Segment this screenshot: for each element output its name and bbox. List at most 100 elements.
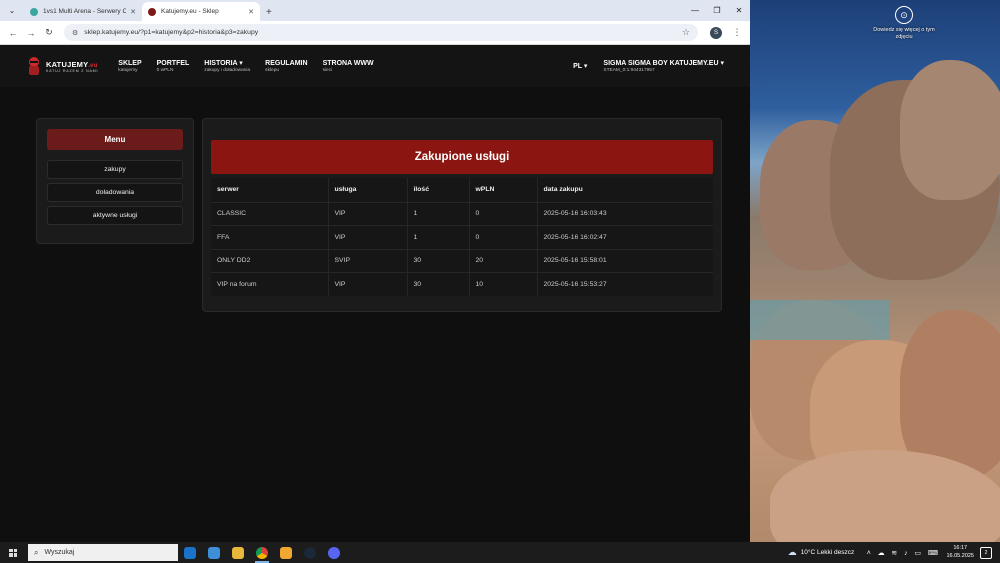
purchases-panel: Zakupione usługi serwer usługa ilość wPL…: [202, 118, 722, 312]
column-header: data zakupu: [543, 186, 583, 194]
tab-search-button[interactable]: ⌄: [4, 2, 20, 18]
new-tab-button[interactable]: +: [266, 7, 272, 18]
nav-sublabel: sklepu: [265, 67, 280, 73]
outlook-app[interactable]: [178, 542, 202, 563]
explorer-app[interactable]: [226, 542, 250, 563]
cell-quantity: 1: [407, 201, 470, 226]
cell-date: 2025-05-16 16:02:47: [537, 225, 713, 249]
profile-avatar[interactable]: S: [710, 26, 722, 39]
address-bar[interactable]: ⚙ sklep.katujemy.eu/?p1=katujemy&p2=hist…: [64, 24, 698, 41]
cell-quantity: 30: [407, 248, 470, 273]
cell-service: VIP: [328, 272, 408, 296]
cell-server: CLASSIC: [211, 201, 329, 226]
cell-service: VIP: [328, 201, 408, 226]
user-menu[interactable]: SIGMA SIGMA BOY KATUJEMY.EU ▾ STEAM_0:1:…: [603, 59, 724, 73]
app-k-icon: [280, 546, 292, 559]
nav-strona-www[interactable]: STRONA WWW sieci: [323, 60, 374, 73]
clock-date: 16.05.2025: [946, 552, 974, 559]
close-icon[interactable]: ✕: [248, 8, 254, 16]
sidebar-item-doladowania[interactable]: doładowania: [47, 183, 183, 202]
nav-sklep[interactable]: SKLEP katujemy: [118, 60, 141, 73]
menu-header: Menu: [47, 129, 183, 150]
column-header: wPLN: [469, 178, 538, 202]
cell-service: VIP: [328, 225, 408, 249]
steam-icon: [304, 546, 316, 559]
url-text: sklep.katujemy.eu/?p1=katujemy&p2=histor…: [84, 29, 259, 36]
table-row: CLASSIC VIP 1 0 2025-05-16 16:03:43: [211, 201, 713, 226]
cell-quantity: 1: [407, 225, 470, 249]
window-controls: — ❐ ✕: [684, 0, 750, 21]
wifi-icon[interactable]: ≋: [891, 550, 897, 557]
notification-button[interactable]: 2: [980, 546, 992, 559]
table-header-row: serwer usługa ilość wPLN data zakupu: [211, 178, 713, 202]
nav-sublabel: zakupy i doładowania: [204, 68, 251, 73]
sidebar-item-aktywne-uslugi[interactable]: aktywne usługi: [47, 206, 183, 225]
user-name: SIGMA SIGMA BOY KATUJEMY.EU ▾: [603, 60, 724, 67]
steam-app[interactable]: [298, 542, 322, 563]
start-button[interactable]: [2, 548, 24, 557]
tab-title: Katujemy.eu - Sklep: [161, 8, 219, 15]
close-icon[interactable]: ✕: [130, 8, 136, 16]
more-menu-icon[interactable]: ⋮: [728, 24, 746, 42]
tab-1vs1[interactable]: 1vs1 Multi Arena - Serwery CS2 ✕: [24, 2, 142, 21]
sidebar-menu: Menu zakupy doładowania aktywne usługi: [36, 118, 194, 244]
page-content: Menu zakupy doładowania aktywne usługi Z…: [0, 87, 750, 542]
nav-sublabel: sieci: [322, 67, 333, 73]
discord-icon: [328, 546, 340, 559]
tab-title: 1vs1 Multi Arena - Serwery CS2: [43, 8, 127, 15]
site-logo[interactable]: KATUJEMY.eu KATUJ RAZEM Z NAMI: [26, 56, 98, 76]
cell-price: 10: [469, 272, 538, 296]
logo-tld: .eu: [88, 62, 98, 69]
cell-date: 2025-05-16 15:53:27: [537, 272, 713, 296]
browser-toolbar: ← → ↻ ⚙ sklep.katujemy.eu/?p1=katujemy&p…: [0, 21, 750, 45]
cell-price: 0: [469, 201, 538, 226]
site-info-icon[interactable]: ⚙: [72, 29, 78, 37]
favicon-icon: [148, 7, 156, 16]
katujemy-app[interactable]: [274, 542, 298, 563]
desktop-wallpaper: [750, 0, 1000, 542]
bookmark-star-icon[interactable]: ☆: [682, 27, 690, 38]
nav-label: PORTFEL: [156, 59, 190, 67]
browser-window: ⌄ 1vs1 Multi Arena - Serwery CS2 ✕ Katuj…: [0, 0, 750, 542]
volume-icon[interactable]: ♪: [904, 550, 908, 557]
chrome-app[interactable]: [250, 542, 274, 563]
cell-quantity: 30: [407, 272, 470, 296]
language-selector[interactable]: PL ▾: [573, 62, 587, 70]
forward-button[interactable]: →: [22, 24, 40, 42]
close-window-button[interactable]: ✕: [728, 0, 750, 21]
nav-label: STRONA WWW: [322, 59, 374, 67]
keyboard-icon[interactable]: ⌨: [928, 550, 938, 557]
clock[interactable]: 16:17 16.05.2025: [946, 545, 974, 559]
sidebar-item-zakupy[interactable]: zakupy: [47, 160, 183, 179]
chevron-up-icon[interactable]: ˄: [867, 550, 871, 557]
cloud-sync-icon[interactable]: ☁: [878, 550, 885, 557]
nav-regulamin[interactable]: REGULAMIN sklepu: [265, 60, 307, 73]
nav-portfel[interactable]: PORTFEL 0 wPLN: [157, 60, 190, 73]
reload-button[interactable]: ↻: [40, 24, 58, 42]
desktop-spotlight-icon[interactable]: ⊙ Dowiedz się więcej o tym zdjęciu: [868, 6, 940, 40]
minimize-button[interactable]: —: [684, 0, 706, 21]
chrome-icon: [256, 546, 268, 559]
tab-katujemy[interactable]: Katujemy.eu - Sklep ✕: [142, 2, 260, 21]
nav-sublabel: katujemy: [118, 67, 138, 73]
purchases-table: serwer usługa ilość wPLN data zakupu CLA…: [211, 178, 713, 296]
user-steam-id: STEAM_0:1:944317957: [603, 68, 655, 73]
taskbar-search[interactable]: ⌕ Wyszukaj: [28, 544, 178, 561]
folder-icon: [232, 546, 244, 559]
restore-button[interactable]: ❐: [706, 0, 728, 21]
table-row: FFA VIP 1 0 2025-05-16 16:02:47: [211, 225, 713, 249]
discord-app[interactable]: [322, 542, 346, 563]
search-icon: ⌕: [34, 547, 39, 557]
weather-widget[interactable]: ☁ 10°C Lekki deszcz: [788, 547, 855, 558]
back-button[interactable]: ←: [4, 24, 22, 42]
monitor-icon[interactable]: ▭: [914, 550, 921, 557]
cloud-icon: ☁: [787, 547, 797, 557]
logo-brand: KATUJEMY: [46, 59, 89, 69]
store-app[interactable]: [202, 542, 226, 563]
cell-server: VIP na forum: [211, 272, 329, 296]
cell-service: SVIP: [328, 248, 408, 273]
nav-historia[interactable]: HISTORIA ▾ zakupy i doładowania: [204, 59, 250, 73]
column-header: serwer: [211, 178, 329, 202]
logo-mascot-icon: [26, 56, 42, 76]
nav-label: SKLEP: [118, 59, 142, 67]
